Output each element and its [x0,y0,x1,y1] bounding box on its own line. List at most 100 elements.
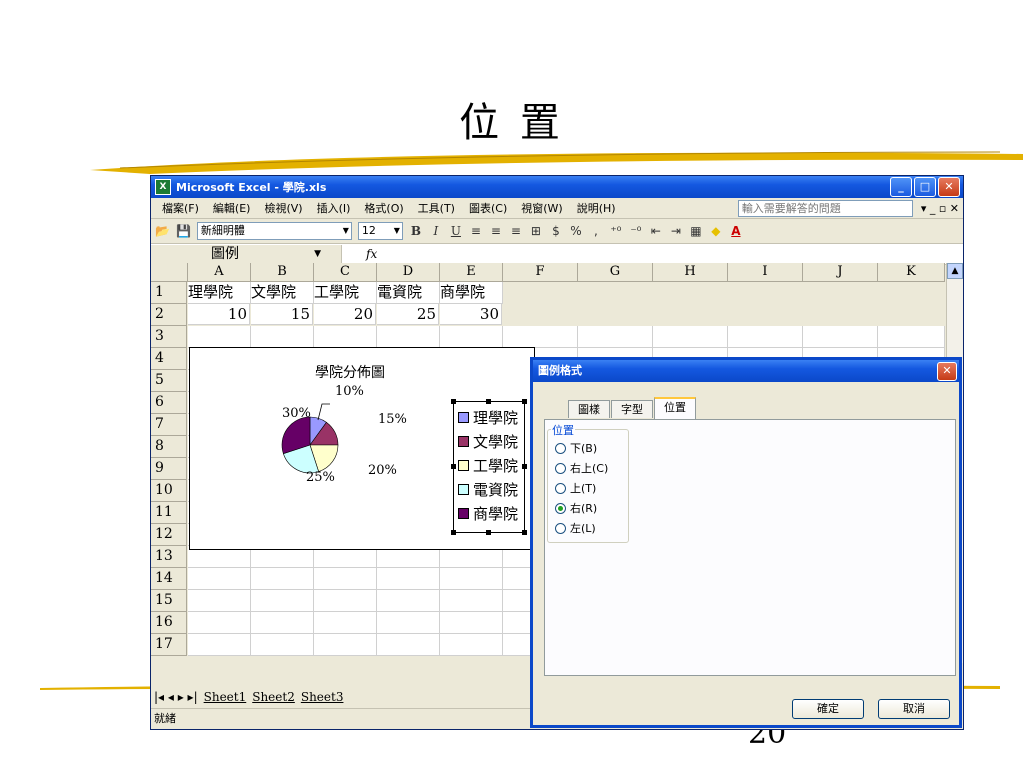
cancel-button[interactable]: 取消 [878,699,950,719]
empty-cell[interactable] [314,326,377,348]
empty-cell[interactable] [188,634,251,656]
empty-cell[interactable] [803,326,878,348]
column-header[interactable]: B [251,263,314,282]
resize-handle[interactable] [486,530,491,535]
bold-button[interactable]: B [409,224,423,238]
pie-data-label[interactable]: 15% [378,412,407,427]
cell-d2[interactable]: 25 [377,304,439,325]
chart-legend[interactable]: 理學院 文學院 工學院 電資院 商學院 [451,399,527,535]
resize-handle[interactable] [451,530,456,535]
radio-left[interactable]: 左(L) [555,520,596,536]
row-header[interactable]: 6 [151,392,187,414]
font-name-dropdown[interactable]: 新細明體 ▼ [196,222,352,240]
column-header[interactable]: A [188,263,251,282]
row-header[interactable]: 13 [151,546,187,568]
ok-button[interactable]: 確定 [792,699,864,719]
column-header[interactable]: C [314,263,377,282]
menu-help[interactable]: 說明(H) [570,200,623,216]
tab-font[interactable]: 字型 [611,400,653,418]
column-header[interactable]: E [440,263,503,282]
row-header[interactable]: 2 [151,304,187,326]
save-icon[interactable]: 💾 [176,224,191,238]
row-header[interactable]: 1 [151,282,187,304]
empty-cell[interactable] [440,612,503,634]
decrease-decimal-icon[interactable]: ⁻⁰ [629,224,643,238]
menu-tools[interactable]: 工具(T) [411,200,462,216]
row-header[interactable]: 9 [151,458,187,480]
pie-data-label[interactable]: 30% [282,406,311,421]
empty-cell[interactable] [314,590,377,612]
resize-handle[interactable] [522,399,527,404]
italic-button[interactable]: I [429,224,443,238]
comma-button[interactable]: , [589,224,603,238]
empty-cell[interactable] [440,326,503,348]
radio-corner[interactable]: 右上(C) [555,460,608,476]
row-header[interactable]: 4 [151,348,187,370]
merge-center-icon[interactable]: ⊞ [529,224,543,238]
empty-cell[interactable] [251,568,314,590]
column-header[interactable]: H [653,263,728,282]
radio-top[interactable]: 上(T) [555,480,596,496]
menu-chart[interactable]: 圖表(C) [462,200,514,216]
column-header[interactable]: K [878,263,945,282]
cell-d1[interactable]: 電資院 [377,282,440,304]
font-size-dropdown[interactable]: 12 ▼ [357,222,403,240]
open-folder-icon[interactable]: 📂 [155,224,170,238]
menu-format[interactable]: 格式(O) [357,200,410,216]
pie-plot[interactable] [250,378,450,548]
cell-b1[interactable]: 文學院 [251,282,314,304]
row-header[interactable]: 7 [151,414,187,436]
legend-entry[interactable]: 理學院 [458,407,518,428]
row-header[interactable]: 12 [151,524,187,546]
pie-chart[interactable]: 學院分佈圖 10% 15% 20% 25% 30% 理學院 文學院 工學院 電資院 商學院 [189,347,535,550]
cell-b2[interactable]: 15 [251,304,313,325]
menu-window[interactable]: 視窗(W) [514,200,569,216]
empty-cell[interactable] [251,326,314,348]
function-icon[interactable]: fx [366,247,377,261]
empty-cell[interactable] [377,612,440,634]
dialog-close-button[interactable]: ✕ [937,362,957,381]
empty-cell[interactable] [878,326,945,348]
help-search-input[interactable]: 輸入需要解答的問題 [737,199,913,217]
row-header[interactable]: 5 [151,370,187,392]
row-header[interactable]: 16 [151,612,187,634]
resize-handle[interactable] [451,464,456,469]
column-header[interactable]: I [728,263,803,282]
fill-color-icon[interactable]: ◆ [709,224,723,238]
menu-insert[interactable]: 插入(I) [310,200,358,216]
menu-edit[interactable]: 編輯(E) [206,200,258,216]
cell-e2[interactable]: 30 [440,304,502,325]
empty-cell[interactable] [377,326,440,348]
empty-cell[interactable] [188,568,251,590]
cell-c2[interactable]: 20 [314,304,376,325]
column-header[interactable]: J [803,263,878,282]
increase-indent-icon[interactable]: ⇥ [669,224,683,238]
font-color-icon[interactable]: A [729,224,743,238]
empty-cell[interactable] [728,326,803,348]
resize-handle[interactable] [486,399,491,404]
tab-sheet1[interactable]: Sheet1 [204,690,247,704]
row-header[interactable]: 3 [151,326,187,348]
menu-file[interactable]: 檔案(F) [155,200,206,216]
window-controls-icon[interactable]: ▾ _ ▫ ✕ [921,202,959,215]
tab-nav-icon[interactable]: |◂ ◂ ▸ ▸| [154,690,198,704]
cell-c1[interactable]: 工學院 [314,282,377,304]
borders-icon[interactable]: ▦ [689,224,703,238]
name-box[interactable]: 圖例 ▼ [151,245,342,263]
empty-cell[interactable] [377,568,440,590]
dialog-titlebar[interactable]: 圖例格式 ✕ [533,360,959,382]
currency-button[interactable]: $ [549,224,563,238]
row-header[interactable]: 8 [151,436,187,458]
row-header[interactable]: 10 [151,480,187,502]
empty-cell[interactable] [377,634,440,656]
cell-e1[interactable]: 商學院 [440,282,503,304]
legend-entry[interactable]: 工學院 [458,455,518,476]
empty-cell[interactable] [653,326,728,348]
tab-sheet2[interactable]: Sheet2 [252,690,295,704]
empty-cell[interactable] [188,326,251,348]
legend-entry[interactable]: 商學院 [458,503,518,524]
underline-button[interactable]: U [449,224,463,238]
row-header[interactable]: 14 [151,568,187,590]
empty-cell[interactable] [503,326,578,348]
resize-handle[interactable] [522,530,527,535]
